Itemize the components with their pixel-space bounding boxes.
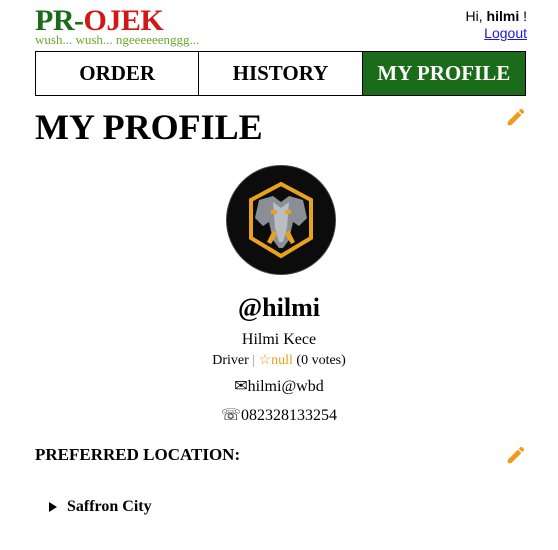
profile-phone: ☏082328133254 [0,406,558,426]
pencil-icon [507,108,525,126]
bullet-triangle-icon [49,502,57,512]
avatar [227,166,335,274]
tab-history[interactable]: HISTORY [199,52,363,95]
tab-my-profile[interactable]: MY PROFILE [362,52,525,95]
edit-location-button[interactable] [505,444,527,466]
tagline: wush... wush... ngeeeeeenggg... [35,32,200,47]
elephant-shield-icon [227,166,335,274]
preferred-location-label: PREFERRED LOCATION: [35,445,241,464]
user-greeting: Hi, hilmi ! [466,8,527,24]
rating-votes: (0 votes) [296,353,346,368]
greeting-username: hilmi [486,8,520,24]
profile-full-name: Hilmi Kece [241,331,317,348]
greeting-prefix: Hi, [465,8,487,24]
greeting-suffix: ! [519,8,527,24]
profile-role-rating: Driver | ☆null (0 votes) [0,352,558,370]
pencil-icon [507,446,525,464]
rating-value: ☆null [258,353,293,368]
phone-icon: ☏ [220,407,241,424]
tab-order[interactable]: ORDER [36,52,200,95]
location-name: Saffron City [67,498,152,515]
profile-email: ✉hilmi@wbd [0,377,558,397]
location-item: Saffron City [49,497,152,517]
logout-link[interactable]: Logout [484,25,527,41]
page-title: MY PROFILE [35,107,263,147]
profile-username: @hilmi [238,293,320,322]
email-text: hilmi@wbd [247,378,324,395]
main-nav: ORDER HISTORY MY PROFILE [35,51,526,96]
edit-profile-button[interactable] [505,106,527,128]
separator: | [252,353,256,368]
phone-text: 082328133254 [241,407,337,424]
envelope-icon: ✉ [234,378,248,395]
profile-role: Driver [212,353,249,368]
